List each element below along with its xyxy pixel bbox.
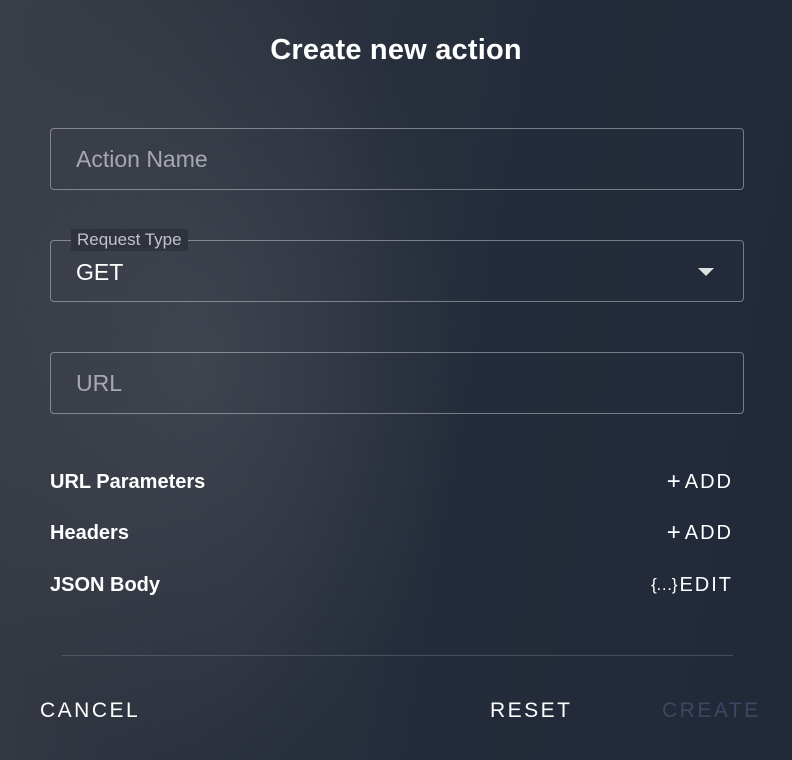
create-button[interactable]: CREATE: [662, 697, 761, 725]
add-header-button[interactable]: + ADD: [667, 520, 733, 546]
footer-divider: [62, 655, 733, 656]
code-braces-icon: {…}: [651, 575, 677, 594]
edit-json-body-label: EDIT: [679, 574, 733, 596]
request-type-label: Request Type: [71, 229, 188, 251]
add-url-parameter-label: ADD: [684, 471, 733, 493]
edit-json-body-button[interactable]: {…} EDIT: [651, 572, 733, 598]
url-input[interactable]: [76, 353, 716, 413]
action-name-field[interactable]: [50, 128, 744, 190]
json-body-row: JSON Body {…} EDIT: [50, 570, 733, 600]
cancel-button[interactable]: CANCEL: [40, 697, 140, 725]
dialog-title: Create new action: [270, 34, 522, 66]
add-url-parameter-button[interactable]: + ADD: [667, 469, 733, 495]
url-parameters-row: URL Parameters + ADD: [50, 467, 733, 497]
add-header-label: ADD: [684, 522, 733, 544]
json-body-label: JSON Body: [50, 574, 161, 596]
action-name-input[interactable]: [76, 129, 716, 189]
request-type-select[interactable]: Request Type GET: [50, 229, 744, 302]
headers-label: Headers: [50, 522, 129, 544]
dropdown-arrow-icon[interactable]: [698, 268, 714, 276]
reset-button[interactable]: RESET: [490, 697, 573, 725]
headers-row: Headers + ADD: [50, 518, 733, 548]
url-field[interactable]: [50, 352, 744, 414]
plus-icon: +: [666, 468, 681, 495]
plus-icon: +: [666, 519, 681, 546]
url-parameters-label: URL Parameters: [50, 471, 206, 493]
request-type-value: GET: [76, 259, 124, 285]
create-action-dialog: Create new action Request Type GET URL P…: [0, 0, 792, 760]
